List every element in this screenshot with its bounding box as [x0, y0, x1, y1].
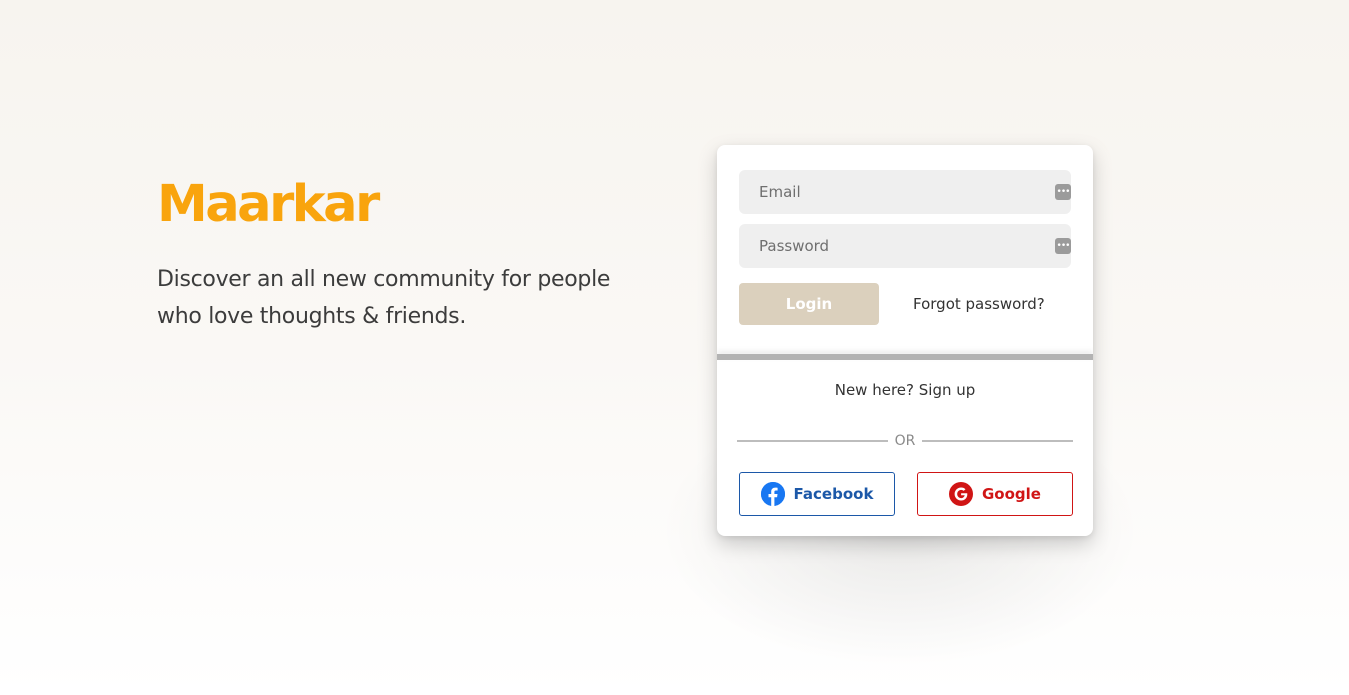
signup-link[interactable]: Sign up	[919, 381, 976, 399]
facebook-login-label: Facebook	[793, 485, 874, 503]
password-field-wrapper: •••	[739, 224, 1071, 268]
section-divider	[717, 354, 1093, 360]
password-manager-icon[interactable]: •••	[1055, 238, 1071, 254]
or-divider-label: OR	[894, 433, 916, 449]
email-field-wrapper: •••	[739, 170, 1071, 214]
facebook-icon	[760, 482, 785, 506]
brand-logo: Maarkar	[157, 175, 380, 234]
signup-prompt: New here? Sign up	[717, 381, 1093, 399]
login-button[interactable]: Login	[739, 283, 879, 325]
google-icon	[949, 482, 973, 506]
signup-prompt-text: New here?	[834, 381, 914, 399]
hero-section: Maarkar Discover an all new community fo…	[157, 175, 657, 335]
facebook-login-button[interactable]: Facebook	[739, 472, 895, 516]
google-login-button[interactable]: Google	[917, 472, 1073, 516]
login-card: ••• ••• Login Forgot password? New here?…	[717, 145, 1093, 536]
or-divider-line	[737, 440, 888, 442]
password-manager-icon[interactable]: •••	[1055, 184, 1071, 200]
password-field[interactable]	[739, 224, 1071, 268]
forgot-password-link[interactable]: Forgot password?	[913, 295, 1045, 313]
or-divider-line	[922, 440, 1073, 442]
brand-tagline: Discover an all new community for people…	[157, 267, 611, 329]
or-divider: OR	[737, 432, 1073, 450]
email-field[interactable]	[739, 170, 1071, 214]
google-login-label: Google	[982, 485, 1041, 503]
